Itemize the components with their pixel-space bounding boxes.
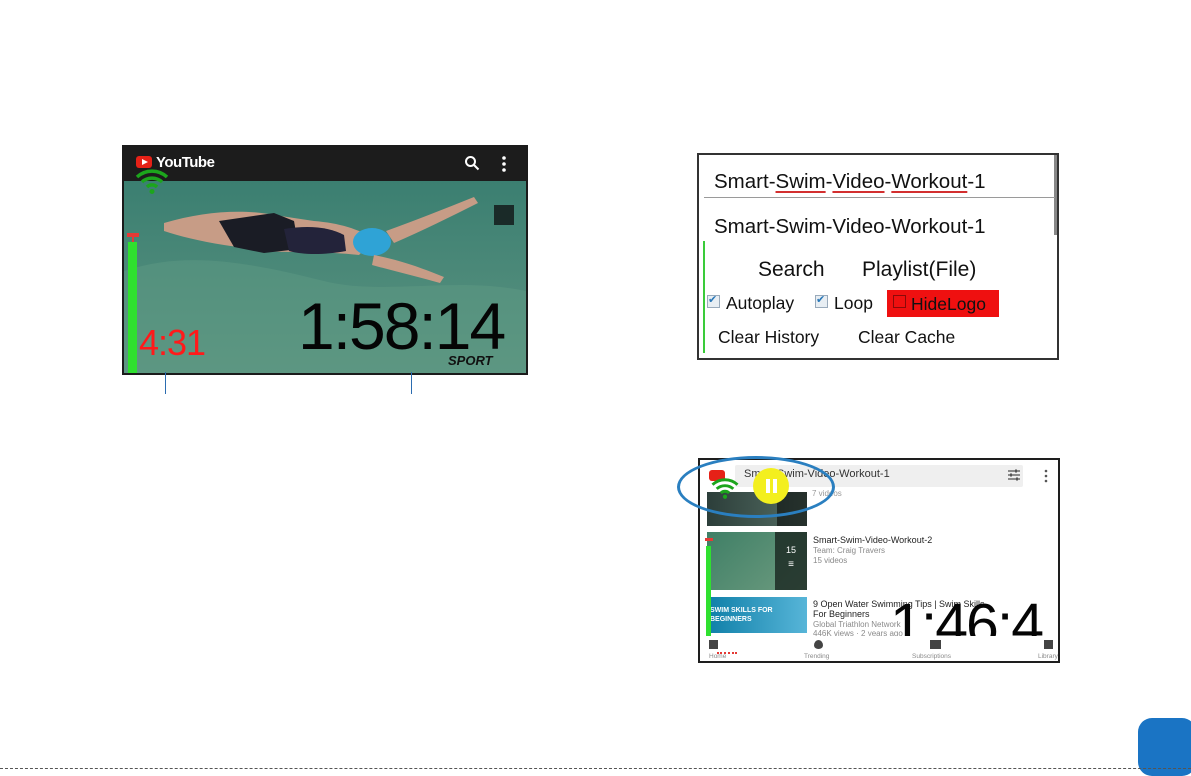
timer-bar-cap xyxy=(705,538,713,541)
clear-cache-button[interactable]: Clear Cache xyxy=(858,327,955,348)
autoplay-label: Autoplay xyxy=(726,293,795,313)
timer-progress-bar xyxy=(128,242,137,373)
autoplay-check-icon[interactable] xyxy=(707,293,720,308)
playlist-overlay: 15 ≡ xyxy=(775,532,807,590)
playlist-id-field[interactable]: Smart-Swim-Video-Workout-1 xyxy=(704,158,1055,198)
channel-watermark: SPORT xyxy=(448,353,493,368)
trending-flame-icon[interactable] xyxy=(814,640,823,649)
loop-label: Loop xyxy=(834,293,873,313)
subscriptions-icon[interactable] xyxy=(930,640,941,649)
playlist-suggestion-text: Smart-Swim-Video-Workout-1 xyxy=(714,215,986,238)
youtube-top-bar: YouTube xyxy=(124,147,526,181)
playlist-id-input[interactable]: Smart-Swim-Video-Workout-1 xyxy=(714,170,986,194)
playlist-id-value: Smart-Swim-Video-Workout-1 xyxy=(714,170,986,193)
list-item-channel: Team: Craig Travers xyxy=(813,546,886,555)
more-vert-icon[interactable] xyxy=(500,155,508,173)
timer-progress-bar xyxy=(706,546,711,648)
workout-countdown: 1:58:14 xyxy=(298,289,506,363)
hidelogo-check-icon[interactable] xyxy=(893,295,906,308)
home-indicator-dots xyxy=(717,652,737,656)
list-item-title[interactable]: Smart-Swim-Video-Workout-2 xyxy=(813,535,932,545)
youtube-player-screenshot: YouTube 4:31 1:58:14 SPORT xyxy=(122,145,528,375)
loop-checkbox[interactable]: Loop xyxy=(815,293,873,314)
more-vert-icon[interactable] xyxy=(1044,469,1048,483)
thumbnail-caption: SWIM SKILLS FOR BEGINNERS xyxy=(710,607,773,623)
filter-tune-icon[interactable] xyxy=(1007,468,1021,482)
list-item-channel: Global Triathlon Network xyxy=(813,620,901,629)
search-button[interactable]: Search xyxy=(758,258,825,282)
video-count-badge: 15 xyxy=(785,545,796,555)
search-icon[interactable] xyxy=(464,155,480,171)
nav-trending-label[interactable]: Trending xyxy=(804,653,829,660)
elapsed-timer: 4:31 xyxy=(139,322,206,363)
hidelogo-checkbox[interactable]: HideLogo xyxy=(887,290,999,317)
video-thumbnail[interactable]: SWIM SKILLS FOR BEGINNERS xyxy=(707,597,807,633)
nav-subscriptions-label[interactable]: Subscriptions xyxy=(912,653,951,660)
autoplay-checkbox[interactable]: Autoplay xyxy=(707,293,794,314)
bottom-navigation xyxy=(700,636,1058,661)
playlist-file-button[interactable]: Playlist(File) xyxy=(862,258,976,282)
callout-pointer-countdown xyxy=(411,372,412,394)
footer-divider xyxy=(0,768,1191,769)
list-item-count: 15 videos xyxy=(813,556,848,565)
clear-history-button[interactable]: Clear History xyxy=(718,327,819,348)
loop-check-icon[interactable] xyxy=(815,293,828,308)
playlist-suggestion[interactable]: Smart-Swim-Video-Workout-1 xyxy=(704,203,1055,243)
nav-library-label[interactable]: Library xyxy=(1038,653,1058,660)
library-icon[interactable] xyxy=(1044,640,1053,649)
playlist-thumbnail[interactable]: 15 ≡ xyxy=(707,532,807,590)
home-icon[interactable] xyxy=(709,640,718,649)
wifi-signal-icon xyxy=(135,169,169,194)
settings-dialog: Smart-Swim-Video-Workout-1 Smart-Swim-Vi… xyxy=(697,153,1059,360)
hidelogo-label: HideLogo xyxy=(911,294,986,314)
timer-bar-edge xyxy=(703,241,705,353)
callout-pointer-elapsed xyxy=(165,372,166,394)
playlist-icon: ≡ xyxy=(788,559,794,570)
highlight-ellipse xyxy=(677,456,835,518)
